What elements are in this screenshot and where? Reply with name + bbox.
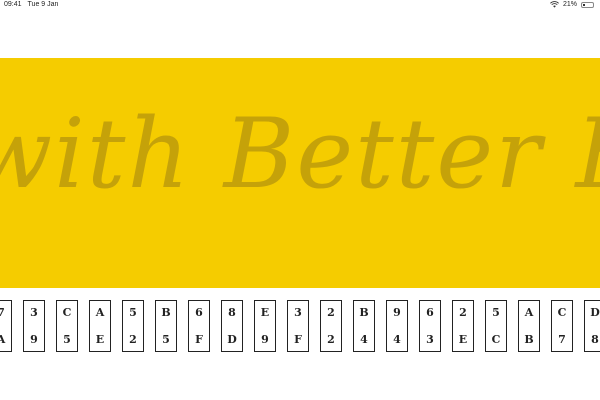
wifi-icon bbox=[550, 1, 559, 8]
card-top-label: 5 bbox=[129, 306, 137, 319]
card-bottom-label: 4 bbox=[393, 333, 401, 346]
card-bottom-label: 3 bbox=[426, 333, 434, 346]
battery-percent: 21% bbox=[562, 1, 577, 8]
status-right: 21% bbox=[550, 1, 594, 8]
card-bottom-label: E bbox=[95, 333, 105, 346]
status-left: 09:41 Tue 9 Jan bbox=[4, 1, 58, 8]
card-bottom-label: C bbox=[491, 333, 501, 346]
card-bottom-label: 5 bbox=[162, 333, 170, 346]
card[interactable]: AB bbox=[518, 300, 540, 352]
card-top-label: A bbox=[95, 306, 105, 319]
card-top-label: 9 bbox=[393, 306, 401, 319]
card[interactable]: B4 bbox=[353, 300, 375, 352]
card[interactable]: 63 bbox=[419, 300, 441, 352]
card-top-label: C bbox=[557, 306, 567, 319]
card[interactable]: 2E bbox=[452, 300, 474, 352]
card-top-label: 8 bbox=[228, 306, 236, 319]
banner: with Better F bbox=[0, 58, 600, 288]
card-bottom-label: 2 bbox=[129, 333, 137, 346]
card-bottom-label: 5 bbox=[63, 333, 71, 346]
card-bottom-label: D bbox=[227, 333, 237, 346]
status-date: Tue 9 Jan bbox=[27, 1, 59, 8]
card-bottom-label: 4 bbox=[360, 333, 368, 346]
card-bottom-label: 9 bbox=[30, 333, 38, 346]
card[interactable]: 39 bbox=[23, 300, 45, 352]
card-bottom-label: B bbox=[524, 333, 534, 346]
card-top-label: 6 bbox=[426, 306, 434, 319]
card[interactable]: 7A bbox=[0, 300, 12, 352]
card-bottom-label: 8 bbox=[591, 333, 599, 346]
card[interactable]: 8D bbox=[221, 300, 243, 352]
card-top-label: C bbox=[62, 306, 72, 319]
card[interactable]: 6F bbox=[188, 300, 210, 352]
card-top-label: B bbox=[161, 306, 171, 319]
card-bottom-label: 7 bbox=[558, 333, 566, 346]
card-top-label: A bbox=[524, 306, 534, 319]
card-top-label: 2 bbox=[459, 306, 467, 319]
battery-icon bbox=[581, 1, 594, 8]
card-bottom-label: E bbox=[458, 333, 468, 346]
card-bottom-label: F bbox=[195, 333, 203, 346]
card[interactable]: C5 bbox=[56, 300, 78, 352]
card-top-label: E bbox=[260, 306, 270, 319]
card-top-label: D bbox=[590, 306, 600, 319]
card[interactable]: D8 bbox=[584, 300, 600, 352]
card-top-label: 3 bbox=[294, 306, 302, 319]
card[interactable]: AE bbox=[89, 300, 111, 352]
banner-text: with Better F bbox=[0, 98, 600, 210]
card-bottom-label: 9 bbox=[261, 333, 269, 346]
card-top-label: 2 bbox=[327, 306, 335, 319]
card-top-label: 3 bbox=[30, 306, 38, 319]
card-bottom-label: A bbox=[0, 333, 6, 346]
card-bottom-label: F bbox=[294, 333, 302, 346]
card[interactable]: E9 bbox=[254, 300, 276, 352]
battery-fill bbox=[583, 3, 585, 6]
card-strip[interactable]: 7A39C5AE52B56F8DE93F22B494632E5CABC7D8 bbox=[0, 300, 600, 356]
card[interactable]: 22 bbox=[320, 300, 342, 352]
card-top-label: 5 bbox=[492, 306, 500, 319]
card-top-label: 7 bbox=[0, 306, 5, 319]
card[interactable]: B5 bbox=[155, 300, 177, 352]
card[interactable]: C7 bbox=[551, 300, 573, 352]
card-top-label: 6 bbox=[195, 306, 203, 319]
card[interactable]: 3F bbox=[287, 300, 309, 352]
status-bar: 09:41 Tue 9 Jan 21% bbox=[0, 0, 600, 12]
card[interactable]: 94 bbox=[386, 300, 408, 352]
card[interactable]: 52 bbox=[122, 300, 144, 352]
card[interactable]: 5C bbox=[485, 300, 507, 352]
status-time: 09:41 bbox=[4, 1, 22, 8]
card-bottom-label: 2 bbox=[327, 333, 335, 346]
card-top-label: B bbox=[359, 306, 369, 319]
